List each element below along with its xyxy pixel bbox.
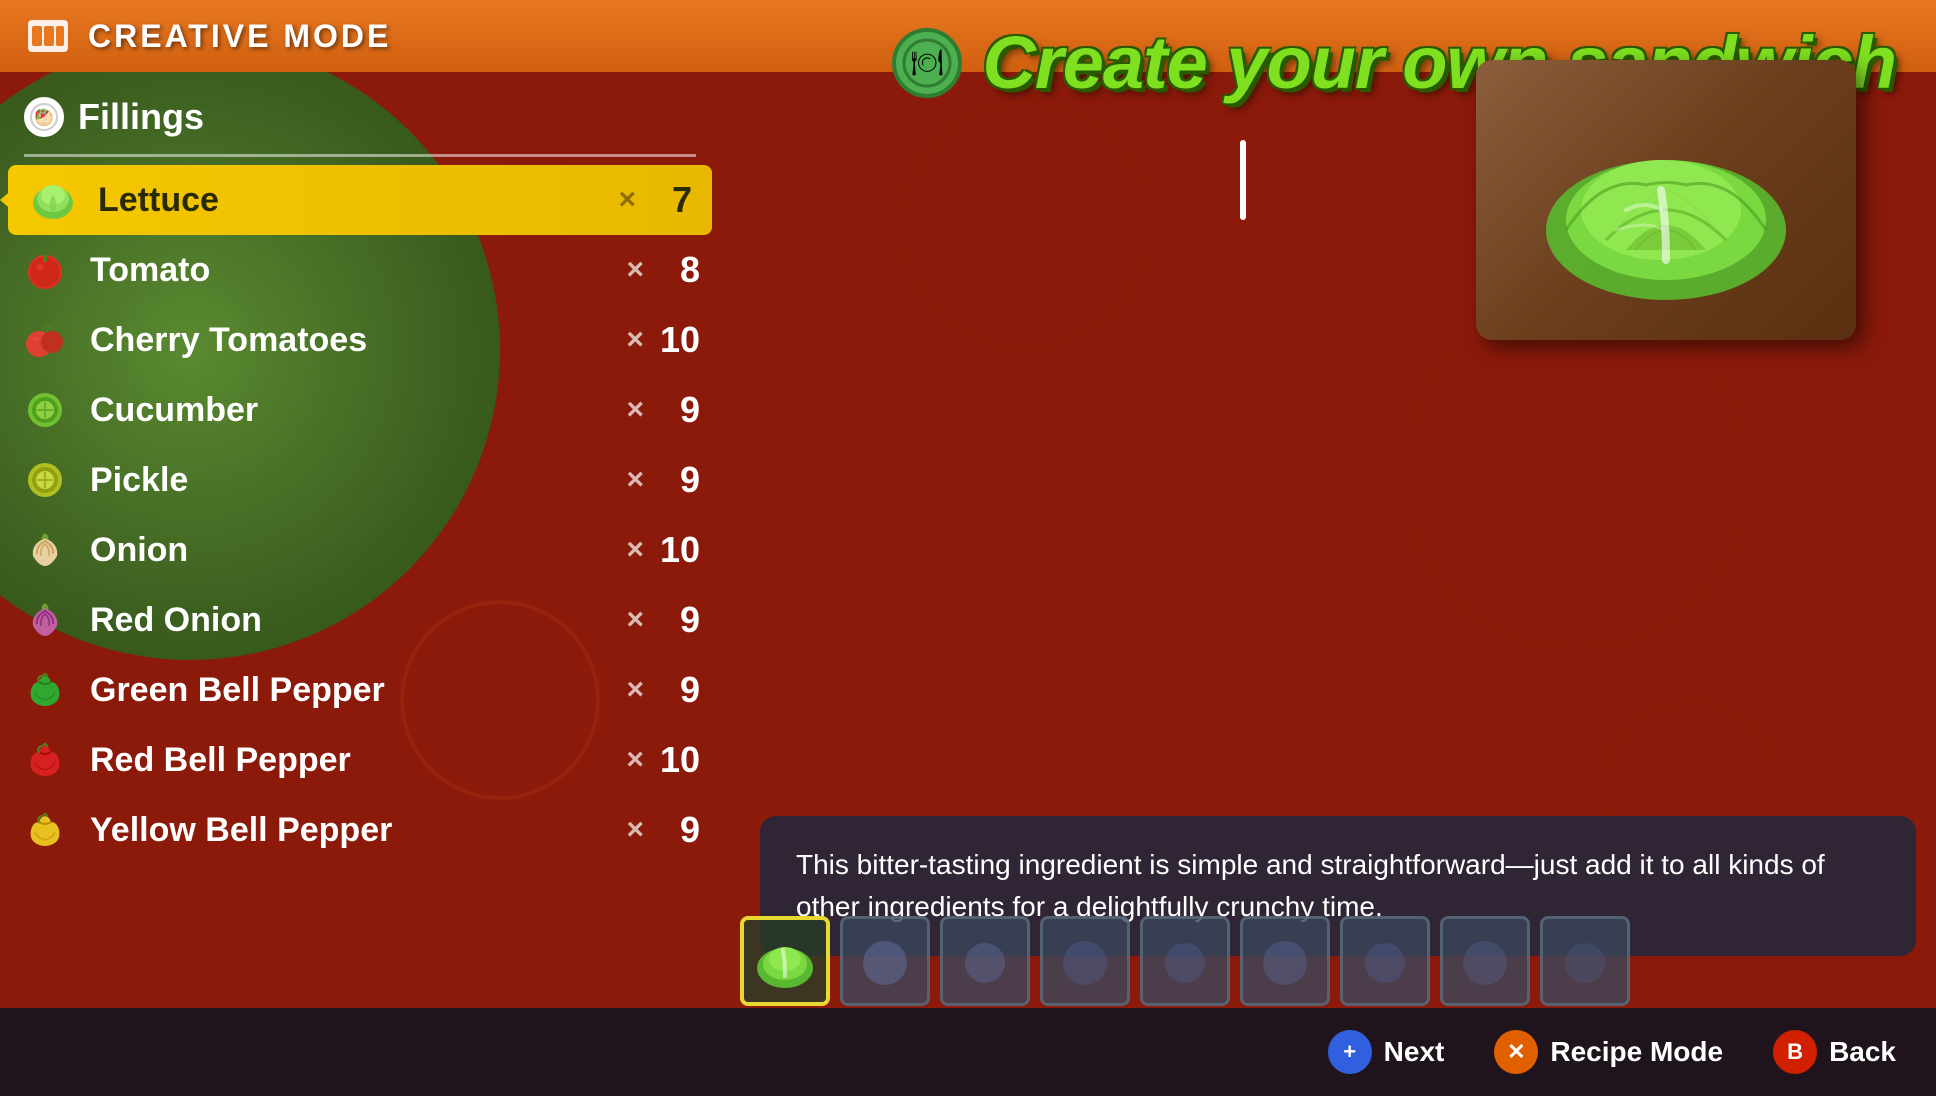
- back-btn-label: Back: [1829, 1036, 1896, 1068]
- ingredient-multiply: ×: [626, 743, 644, 777]
- item-slot[interactable]: [840, 916, 930, 1006]
- svg-text:🍽: 🍽: [911, 47, 944, 77]
- tomato-icon: [20, 245, 70, 295]
- ingredient-name: Tomato: [90, 251, 626, 290]
- ingredient-count: 9: [660, 669, 700, 711]
- sandwich-icon: 🍽: [892, 28, 962, 98]
- ingredient-row[interactable]: Red Onion × 9: [0, 585, 720, 655]
- yellow-bell-pepper-icon: [20, 805, 70, 855]
- ingredient-name: Red Bell Pepper: [90, 741, 626, 780]
- item-slot[interactable]: [740, 916, 830, 1006]
- ingredient-list: Lettuce × 7 Tomato × 8: [0, 157, 720, 873]
- ingredient-multiply: ×: [626, 673, 644, 707]
- left-panel: 🥙 Fillings Lettuce × 7: [0, 80, 720, 1006]
- back-btn-icon: B: [1773, 1030, 1817, 1074]
- ingredient-multiply: ×: [626, 813, 644, 847]
- ingredient-name: Yellow Bell Pepper: [90, 811, 626, 850]
- ingredient-name: Lettuce: [98, 181, 618, 220]
- lettuce-icon: [28, 175, 78, 225]
- cucumber-icon: [20, 385, 70, 435]
- item-slot[interactable]: [1040, 916, 1130, 1006]
- ingredient-count: 9: [660, 389, 700, 431]
- recipe-btn-icon: ✕: [1494, 1030, 1538, 1074]
- tray-background: [1476, 60, 1856, 340]
- mode-label: CREATIVE MODE: [88, 18, 391, 55]
- ingredient-name: Red Onion: [90, 601, 626, 640]
- scroll-indicator[interactable]: [1240, 140, 1246, 220]
- svg-text:🥙: 🥙: [34, 108, 54, 128]
- bottom-bar: + Next ✕ Recipe Mode B Back: [0, 1008, 1936, 1096]
- item-slot[interactable]: [940, 916, 1030, 1006]
- ingredient-name: Onion: [90, 531, 626, 570]
- ingredient-count: 7: [652, 179, 692, 221]
- ingredient-row[interactable]: Onion × 10: [0, 515, 720, 585]
- item-slot[interactable]: [1340, 916, 1430, 1006]
- ingredient-row[interactable]: Red Bell Pepper × 10: [0, 725, 720, 795]
- next-btn-label: Next: [1384, 1036, 1445, 1068]
- ingredient-name: Cherry Tomatoes: [90, 321, 626, 360]
- ingredient-count: 10: [660, 319, 700, 361]
- ingredient-count: 9: [660, 599, 700, 641]
- green-bell-pepper-icon: [20, 665, 70, 715]
- ingredient-row[interactable]: Lettuce × 7: [8, 165, 712, 235]
- ingredient-multiply: ×: [626, 463, 644, 497]
- description-text: This bitter-tasting ingredient is simple…: [796, 849, 1825, 922]
- food-display-tray: [1476, 60, 1856, 340]
- mode-icon: [24, 12, 72, 60]
- ingredient-name: Pickle: [90, 461, 626, 500]
- ingredient-multiply: ×: [626, 253, 644, 287]
- cherry-tomato-icon: [20, 315, 70, 365]
- ingredient-count: 10: [660, 529, 700, 571]
- red-onion-icon: [20, 595, 70, 645]
- next-btn-icon: +: [1328, 1030, 1372, 1074]
- back-button[interactable]: B Back: [1773, 1030, 1896, 1074]
- ingredient-row[interactable]: Pickle × 9: [0, 445, 720, 515]
- item-slots-bar: [720, 916, 1916, 1006]
- ingredient-multiply: ×: [618, 183, 636, 217]
- ingredient-count: 10: [660, 739, 700, 781]
- lettuce-svg: [1506, 80, 1826, 320]
- ingredient-row[interactable]: Yellow Bell Pepper × 9: [0, 795, 720, 865]
- fillings-title: Fillings: [78, 96, 204, 138]
- next-button[interactable]: + Next: [1328, 1030, 1445, 1074]
- ingredient-multiply: ×: [626, 533, 644, 567]
- ingredient-name: Green Bell Pepper: [90, 671, 626, 710]
- ingredient-name: Cucumber: [90, 391, 626, 430]
- ingredient-count: 9: [660, 809, 700, 851]
- item-slot[interactable]: [1440, 916, 1530, 1006]
- ingredient-row[interactable]: Tomato × 8: [0, 235, 720, 305]
- ingredient-count: 8: [660, 249, 700, 291]
- item-slot[interactable]: [1240, 916, 1330, 1006]
- red-bell-pepper-icon: [20, 735, 70, 785]
- ingredient-row[interactable]: Cherry Tomatoes × 10: [0, 305, 720, 375]
- ingredient-count: 9: [660, 459, 700, 501]
- ingredient-multiply: ×: [626, 603, 644, 637]
- recipe-mode-button[interactable]: ✕ Recipe Mode: [1494, 1030, 1723, 1074]
- recipe-btn-label: Recipe Mode: [1550, 1036, 1723, 1068]
- ingredient-row[interactable]: Cucumber × 9: [0, 375, 720, 445]
- ingredient-multiply: ×: [626, 323, 644, 357]
- onion-icon: [20, 525, 70, 575]
- item-slot[interactable]: [1540, 916, 1630, 1006]
- item-slot[interactable]: [1140, 916, 1230, 1006]
- pickle-icon: [20, 455, 70, 505]
- ingredient-multiply: ×: [626, 393, 644, 427]
- fillings-icon: 🥙: [24, 97, 64, 137]
- fillings-header: 🥙 Fillings: [0, 80, 720, 154]
- ingredient-row[interactable]: Green Bell Pepper × 9: [0, 655, 720, 725]
